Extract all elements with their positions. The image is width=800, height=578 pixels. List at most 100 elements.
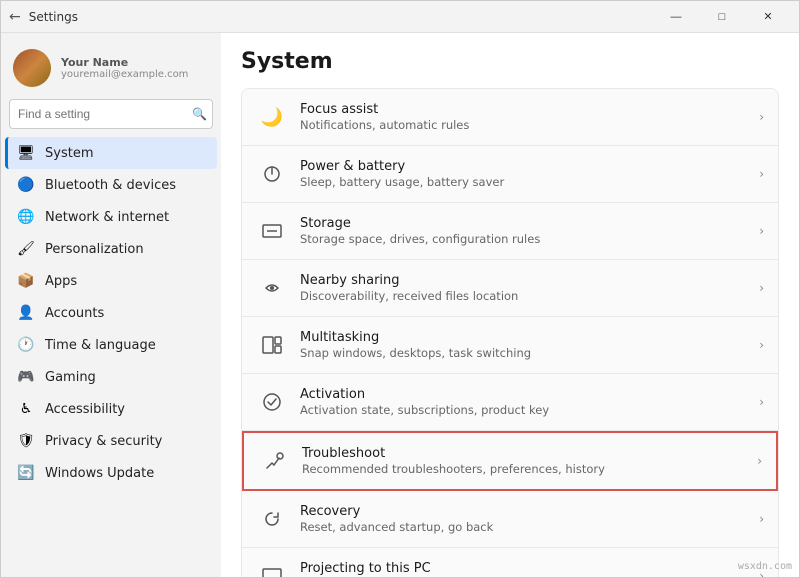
recovery-text: Recovery Reset, advanced startup, go bac… xyxy=(300,504,751,534)
settings-item-focus-assist[interactable]: 🌙 Focus assist Notifications, automatic … xyxy=(242,89,778,146)
network-icon: 🌐 xyxy=(17,208,35,226)
sidebar-item-label: Windows Update xyxy=(45,466,154,481)
gaming-icon: 🎮 xyxy=(17,368,35,386)
accessibility-icon: ♿ xyxy=(17,400,35,418)
sidebar-profile: Your Name youremail@example.com xyxy=(1,41,221,99)
nearby-icon xyxy=(256,272,288,304)
sidebar-item-label: Apps xyxy=(45,274,77,289)
nearby-title: Nearby sharing xyxy=(300,273,751,288)
sidebar-item-label: Privacy & security xyxy=(45,434,162,449)
sidebar-item-bluetooth[interactable]: 🔵 Bluetooth & devices xyxy=(5,169,217,201)
projecting-text: Projecting to this PC Permissions, pairi… xyxy=(300,561,751,577)
chevron-right-icon: › xyxy=(759,338,764,352)
activation-icon xyxy=(256,386,288,418)
nearby-text: Nearby sharing Discoverability, received… xyxy=(300,273,751,303)
settings-item-storage[interactable]: Storage Storage space, drives, configura… xyxy=(242,203,778,260)
close-button[interactable]: ✕ xyxy=(745,1,791,33)
troubleshoot-text: Troubleshoot Recommended troubleshooters… xyxy=(302,446,749,476)
settings-item-activation[interactable]: Activation Activation state, subscriptio… xyxy=(242,374,778,431)
troubleshoot-icon xyxy=(258,445,290,477)
settings-item-multitasking[interactable]: Multitasking Snap windows, desktops, tas… xyxy=(242,317,778,374)
chevron-right-icon: › xyxy=(759,167,764,181)
chevron-right-icon: › xyxy=(759,395,764,409)
activation-desc: Activation state, subscriptions, product… xyxy=(300,403,751,417)
chevron-right-icon: › xyxy=(757,454,762,468)
storage-icon xyxy=(256,215,288,247)
sidebar-item-gaming[interactable]: 🎮 Gaming xyxy=(5,361,217,393)
storage-title: Storage xyxy=(300,216,751,231)
sidebar-item-personalization[interactable]: 🖌 Personalization xyxy=(5,233,217,265)
settings-item-recovery[interactable]: Recovery Reset, advanced startup, go bac… xyxy=(242,491,778,548)
settings-item-troubleshoot[interactable]: Troubleshoot Recommended troubleshooters… xyxy=(242,431,778,491)
focus-assist-title: Focus assist xyxy=(300,102,751,117)
search-box: 🔍 xyxy=(9,99,213,129)
sidebar-item-accessibility[interactable]: ♿ Accessibility xyxy=(5,393,217,425)
chevron-right-icon: › xyxy=(759,224,764,238)
profile-name: Your Name xyxy=(61,56,188,69)
sidebar-item-system[interactable]: 🖥 System xyxy=(5,137,217,169)
system-icon: 🖥 xyxy=(17,144,35,162)
activation-title: Activation xyxy=(300,387,751,402)
settings-item-projecting[interactable]: Projecting to this PC Permissions, pairi… xyxy=(242,548,778,577)
back-icon[interactable]: ← xyxy=(9,9,21,25)
focus-assist-desc: Notifications, automatic rules xyxy=(300,118,751,132)
projecting-icon xyxy=(256,560,288,577)
chevron-right-icon: › xyxy=(759,110,764,124)
title-bar: ← Settings — □ ✕ xyxy=(1,1,799,33)
storage-desc: Storage space, drives, configuration rul… xyxy=(300,232,751,246)
privacy-icon: 🛡 xyxy=(17,432,35,450)
power-desc: Sleep, battery usage, battery saver xyxy=(300,175,751,189)
sidebar-item-label: Accessibility xyxy=(45,402,125,417)
profile-info: Your Name youremail@example.com xyxy=(61,56,188,80)
focus-assist-icon: 🌙 xyxy=(256,101,288,133)
sidebar-item-accounts[interactable]: 👤 Accounts xyxy=(5,297,217,329)
accounts-icon: 👤 xyxy=(17,304,35,322)
main-content: Your Name youremail@example.com 🔍 🖥 Syst… xyxy=(1,33,799,577)
recovery-icon xyxy=(256,503,288,535)
settings-item-nearby[interactable]: Nearby sharing Discoverability, received… xyxy=(242,260,778,317)
activation-text: Activation Activation state, subscriptio… xyxy=(300,387,751,417)
content-area: System 🌙 Focus assist Notifications, aut… xyxy=(221,33,799,577)
minimize-button[interactable]: — xyxy=(653,1,699,33)
power-title: Power & battery xyxy=(300,159,751,174)
search-input[interactable] xyxy=(9,99,213,129)
power-text: Power & battery Sleep, battery usage, ba… xyxy=(300,159,751,189)
recovery-title: Recovery xyxy=(300,504,751,519)
nav-list: 🖥 System 🔵 Bluetooth & devices 🌐 Network… xyxy=(1,137,221,489)
avatar-image xyxy=(13,49,51,87)
multitasking-icon xyxy=(256,329,288,361)
multitasking-text: Multitasking Snap windows, desktops, tas… xyxy=(300,330,751,360)
focus-assist-text: Focus assist Notifications, automatic ru… xyxy=(300,102,751,132)
sidebar-item-label: Gaming xyxy=(45,370,96,385)
nearby-desc: Discoverability, received files location xyxy=(300,289,751,303)
maximize-button[interactable]: □ xyxy=(699,1,745,33)
apps-icon: 📦 xyxy=(17,272,35,290)
chevron-right-icon: › xyxy=(759,512,764,526)
recovery-desc: Reset, advanced startup, go back xyxy=(300,520,751,534)
page-title: System xyxy=(241,49,779,74)
sidebar-item-label: Personalization xyxy=(45,242,144,257)
watermark: wsxdn.com xyxy=(738,561,792,572)
sidebar-item-apps[interactable]: 📦 Apps xyxy=(5,265,217,297)
sidebar-item-label: Time & language xyxy=(45,338,156,353)
sidebar-item-time[interactable]: 🕐 Time & language xyxy=(5,329,217,361)
sidebar-item-privacy[interactable]: 🛡 Privacy & security xyxy=(5,425,217,457)
sidebar-item-label: Accounts xyxy=(45,306,104,321)
settings-window: ← Settings — □ ✕ Your Name youremail@exa… xyxy=(0,0,800,578)
settings-item-power[interactable]: Power & battery Sleep, battery usage, ba… xyxy=(242,146,778,203)
profile-email: youremail@example.com xyxy=(61,69,188,80)
settings-list: 🌙 Focus assist Notifications, automatic … xyxy=(241,88,779,577)
bluetooth-icon: 🔵 xyxy=(17,176,35,194)
personalization-icon: 🖌 xyxy=(17,240,35,258)
chevron-right-icon: › xyxy=(759,281,764,295)
window-controls: — □ ✕ xyxy=(653,1,791,33)
troubleshoot-title: Troubleshoot xyxy=(302,446,749,461)
update-icon: 🔄 xyxy=(17,464,35,482)
search-icon: 🔍 xyxy=(192,107,207,121)
sidebar-item-network[interactable]: 🌐 Network & internet xyxy=(5,201,217,233)
projecting-title: Projecting to this PC xyxy=(300,561,751,576)
title-bar-left: ← Settings xyxy=(9,9,78,25)
window-title: Settings xyxy=(29,10,78,24)
sidebar-item-label: Network & internet xyxy=(45,210,169,225)
sidebar-item-windows-update[interactable]: 🔄 Windows Update xyxy=(5,457,217,489)
